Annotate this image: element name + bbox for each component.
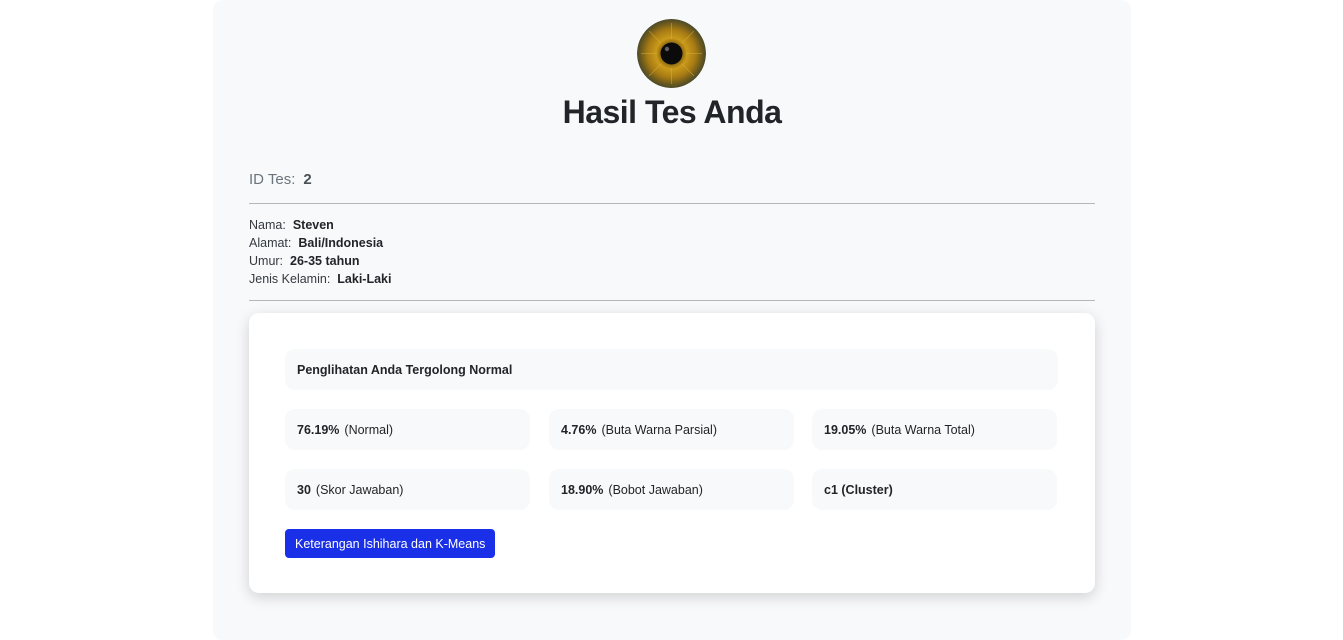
profile-gender-row: Jenis Kelamin: Laki-Laki (249, 270, 391, 288)
stat-weight: 18.90% (Bobot Jawaban) (549, 469, 794, 510)
page-title: Hasil Tes Anda (562, 94, 782, 130)
name-value: Steven (292, 218, 334, 232)
address-value: Bali/Indonesia (298, 236, 384, 250)
stat-score-value: 30 (297, 482, 311, 497)
stat-score: 30 (Skor Jawaban) (285, 469, 530, 510)
stat-total-label: (Buta Warna Total) (871, 422, 975, 437)
stat-weight-label: (Bobot Jawaban) (608, 482, 703, 497)
profile-info: Nama: Steven Alamat: Bali/Indonesia Umur: 2… (249, 216, 391, 288)
stat-total: 19.05% (Buta Warna Total) (812, 409, 1057, 450)
divider-top (249, 203, 1095, 204)
stat-score-label: (Skor Jawaban) (315, 482, 404, 497)
stat-total-value: 19.05% (824, 422, 867, 437)
stat-cluster: c1 (Cluster) (812, 469, 1057, 510)
stat-normal-label: (Normal) (344, 422, 394, 437)
stat-partial-label: (Buta Warna Parsial) (601, 422, 717, 437)
profile-age-row: Umur: 26-35 tahun (249, 252, 391, 270)
stat-normal-value: 76.19% (297, 422, 340, 437)
profile-name-row: Nama: Steven (249, 216, 391, 234)
divider-bottom (249, 300, 1095, 301)
age-value: 26-35 tahun (290, 254, 360, 268)
address-label: Alamat: (249, 236, 292, 250)
eye-iris-icon (637, 19, 706, 88)
gender-label: Jenis Kelamin: (249, 272, 331, 286)
result-card: Penglihatan Anda Tergolong Normal 76.19%… (249, 313, 1095, 593)
stat-weight-value: 18.90% (561, 482, 604, 497)
eye-avatar (637, 19, 706, 88)
stat-partial-value: 4.76% (561, 422, 597, 437)
test-id: ID Tes: 2 (249, 171, 312, 188)
ishihara-kmeans-info-button[interactable]: Keterangan Ishihara dan K-Means (285, 529, 496, 558)
test-id-value: 2 (303, 171, 312, 188)
name-label: Nama: (249, 218, 286, 232)
stat-normal: 76.19% (Normal) (285, 409, 530, 450)
stat-partial: 4.76% (Buta Warna Parsial) (549, 409, 794, 450)
profile-address-row: Alamat: Bali/Indonesia (249, 234, 391, 252)
test-id-label: ID Tes: (249, 171, 296, 188)
age-label: Umur: (249, 254, 284, 268)
stat-cluster-value: c1 (Cluster) (824, 482, 893, 497)
result-panel: Hasil Tes Anda ID Tes: 2 Nama: Steven Alam… (213, 0, 1131, 640)
result-summary: Penglihatan Anda Tergolong Normal (285, 349, 1058, 390)
gender-value: Laki-Laki (337, 272, 392, 286)
